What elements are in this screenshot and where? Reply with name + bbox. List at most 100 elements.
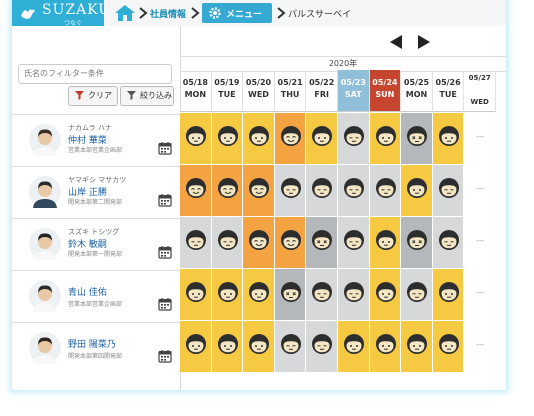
mood-cell[interactable]	[274, 216, 307, 268]
mood-cell[interactable]	[306, 320, 338, 372]
filter-icon	[127, 91, 136, 100]
employee-row: スズキ トシツグ 鈴木 敏嗣 開発本部第一開発部	[12, 218, 180, 271]
mood-cell[interactable]	[401, 268, 433, 320]
top-bar: SUZAKU つなぐ 社員情報 メニュー パルスサーベイ	[12, 0, 506, 27]
mood-cell[interactable]	[432, 216, 465, 268]
mood-cell[interactable]	[274, 164, 307, 216]
mood-cell[interactable]	[432, 164, 465, 216]
mood-cell[interactable]	[180, 164, 212, 216]
breadcrumb-employee-info[interactable]: 社員情報	[150, 7, 186, 20]
calendar-icon[interactable]	[158, 297, 172, 311]
mood-cell[interactable]	[432, 268, 465, 320]
weekday-label: FRI	[314, 90, 329, 99]
date-header: 05/27 WED	[464, 70, 496, 112]
mood-cell[interactable]	[180, 216, 212, 268]
mood-cell[interactable]	[211, 112, 244, 164]
brand-name: SUZAKU	[42, 2, 111, 18]
app-window: SUZAKU つなぐ 社員情報 メニュー パルスサーベイ 氏名のフィルター条件	[12, 0, 506, 390]
mood-cell[interactable]	[211, 216, 244, 268]
calendar-icon[interactable]	[158, 245, 172, 259]
logo-icon	[21, 7, 35, 19]
department: 開発本部第二開発部	[68, 199, 123, 206]
mood-cell[interactable]	[211, 164, 244, 216]
mood-cell[interactable]	[306, 164, 338, 216]
date-label: 05/22	[309, 78, 335, 87]
mood-cell[interactable]	[338, 320, 370, 372]
mood-cell[interactable]	[338, 164, 370, 216]
mood-cell[interactable]	[180, 112, 212, 164]
avatar	[29, 228, 61, 260]
mood-cell[interactable]	[338, 268, 370, 320]
weekday-label: WED	[470, 98, 489, 106]
mood-cell[interactable]	[211, 268, 244, 320]
mood-cell[interactable]	[243, 216, 275, 268]
mood-cell[interactable]	[369, 320, 402, 372]
happy-face-icon	[249, 178, 270, 198]
neutral-face-icon	[249, 334, 270, 354]
sad-face-icon	[312, 282, 333, 302]
filter-label: 絞り込み	[140, 91, 172, 100]
mood-cell[interactable]	[338, 112, 370, 164]
mood-cell[interactable]	[369, 164, 402, 216]
mood-cell[interactable]	[432, 112, 465, 164]
mood-cell[interactable]	[243, 164, 275, 216]
mood-cell[interactable]	[369, 112, 402, 164]
employee-name[interactable]: 野田 陽菜乃	[68, 337, 116, 350]
employee-name[interactable]: 青山 佳佑	[68, 285, 107, 298]
neutral-face-icon	[217, 126, 238, 146]
menu-button[interactable]: メニュー	[202, 3, 272, 23]
calendar-icon[interactable]	[158, 141, 172, 155]
neutral-face-icon	[186, 126, 206, 146]
department: 営業本部営業企画部	[68, 301, 123, 308]
calendar-icon[interactable]	[158, 349, 172, 363]
mood-cell[interactable]	[274, 268, 307, 320]
sad-face-icon	[217, 230, 238, 250]
date-header: 05/19 TUE	[211, 70, 244, 112]
weekday-label: MON	[184, 90, 207, 99]
mood-cell[interactable]	[306, 112, 338, 164]
menu-label: メニュー	[226, 10, 263, 20]
avatar	[29, 124, 61, 156]
home-icon[interactable]	[114, 3, 136, 23]
sad-face-icon	[312, 334, 333, 354]
neutral-face-icon	[375, 282, 396, 302]
date-label: 05/20	[245, 78, 272, 87]
neutral-face-icon	[438, 282, 459, 302]
mood-cell[interactable]	[211, 320, 244, 372]
name-filter-input[interactable]: 氏名のフィルター条件	[18, 64, 172, 84]
mood-cell[interactable]	[401, 216, 433, 268]
mood-cell[interactable]	[338, 216, 370, 268]
mood-cell[interactable]	[243, 112, 275, 164]
next-arrow-icon[interactable]	[418, 35, 430, 49]
filter-button[interactable]: 絞り込み	[120, 86, 174, 106]
mood-cell[interactable]	[369, 216, 402, 268]
mood-cell[interactable]	[401, 112, 433, 164]
calendar-icon[interactable]	[158, 193, 172, 207]
mood-cell[interactable]	[432, 320, 465, 372]
mood-cell[interactable]	[306, 268, 338, 320]
date-label: 05/19	[214, 78, 240, 87]
mood-cell[interactable]	[180, 268, 212, 320]
mood-cell[interactable]	[401, 320, 433, 372]
name-kana: ナカムラ ハナ	[68, 124, 112, 132]
prev-arrow-icon[interactable]	[390, 35, 402, 49]
happy-face-icon	[217, 178, 238, 198]
employee-row: 青山 佳佑営業本部営業企画部	[12, 270, 180, 323]
mood-cell[interactable]	[401, 164, 433, 216]
avatar	[29, 332, 61, 364]
sad-face-icon	[344, 230, 364, 250]
no-response-marker: ---	[475, 236, 485, 245]
mood-cell[interactable]	[274, 112, 307, 164]
neutral-face-icon	[407, 334, 428, 354]
neutral-face-icon	[312, 126, 333, 146]
mood-cell[interactable]	[369, 268, 402, 320]
date-header: 05/21 THU	[274, 70, 307, 112]
mood-cell[interactable]	[243, 320, 275, 372]
neutral-face-icon	[217, 282, 238, 302]
mood-cell[interactable]	[274, 320, 307, 372]
mood-cell[interactable]	[243, 268, 275, 320]
mood-cell[interactable]	[306, 216, 338, 268]
mood-cell[interactable]	[180, 320, 212, 372]
clear-button[interactable]: クリア	[68, 86, 118, 106]
chevron-right-icon	[191, 7, 200, 19]
